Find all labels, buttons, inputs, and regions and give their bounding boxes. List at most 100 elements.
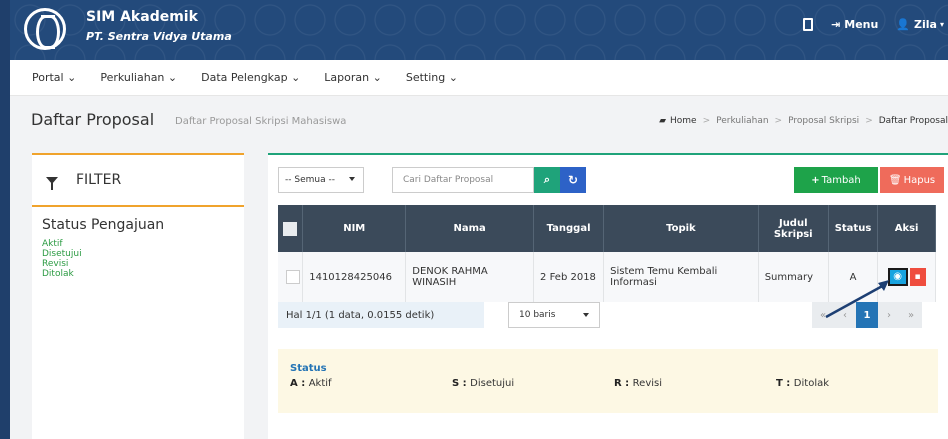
header-actions: ⇥ Menu 👤 Zila ▾ [803,18,948,31]
user-label: Zila [914,18,937,31]
legend-items: A : Aktif S : Disetujui R : Revisi T : D… [290,378,938,389]
legend-code: A [290,378,298,389]
refresh-icon: ↻ [567,173,579,187]
breadcrumb-separator: > [702,116,711,126]
breadcrumb-proposal[interactable]: Proposal Skripsi [788,116,859,126]
breadcrumb-current: Daftar Proposal [878,116,948,126]
row-delete-button[interactable]: ▪ [909,268,926,286]
trash-icon: 🗑 [888,174,902,186]
nav-perkuliahan[interactable]: Perkuliahan ⌄ [100,71,177,84]
select-all-checkbox[interactable] [283,221,298,236]
nav-label: Data Pelengkap [201,71,288,84]
status-select[interactable]: -- Semua -- [278,167,364,193]
table-row: 1410128425046 DENOK RAHMA WINASIH 2 Feb … [278,252,936,302]
filter-title: FILTER [76,172,122,188]
menu-button[interactable]: ⇥ Menu [831,18,878,31]
status-filter-title: Status Pengajuan [42,217,165,233]
legend-item: A : Aktif [290,378,332,389]
view-button[interactable]: ◉ [887,268,908,286]
filter-item-disetujui[interactable]: Disetujui [42,249,244,259]
filter-item-revisi[interactable]: Revisi [42,259,244,269]
document-icon [803,18,814,31]
legend-label: Aktif [308,378,332,389]
next-page-button[interactable]: › [878,302,900,328]
status-select-value: -- Semua -- [285,175,335,185]
col-status[interactable]: Status [828,205,879,252]
rows-per-page-select[interactable]: 10 baris [508,302,600,328]
col-aksi: Aksi [877,205,936,252]
row-checkbox[interactable] [286,270,300,284]
caret-down-icon: ▾ [939,20,944,29]
first-page-button[interactable]: « [812,302,834,328]
document-button[interactable] [803,18,814,31]
add-label: Tambah [821,174,861,186]
delete-button[interactable]: 🗑 Hapus [880,167,944,193]
search-icon: ⌕ [543,173,551,186]
cell-status: A [828,252,879,302]
breadcrumb-separator: > [774,116,783,126]
cell-judul: Summary [758,252,829,302]
rows-per-page-value: 10 baris [519,310,556,320]
add-button[interactable]: + Tambah [794,167,878,193]
logo-icon[interactable] [24,8,66,50]
page-title: Daftar Proposal [31,110,155,129]
nav-label: Setting [405,71,446,84]
left-edge-bar [0,0,10,439]
nav-label: Portal [32,71,64,84]
nav-portal[interactable]: Portal ⌄ [32,71,76,84]
proposal-panel: -- Semua -- Cari Daftar Proposal ⌕ ↻ + T… [268,153,948,439]
last-page-button[interactable]: » [900,302,922,328]
legend-code: R [614,378,622,389]
col-nim[interactable]: NIM [302,205,407,252]
nav-data-pelengkap[interactable]: Data Pelengkap ⌄ [201,71,300,84]
breadcrumb-perkuliahan[interactable]: Perkuliahan [716,116,768,126]
app-subtitle: PT. Sentra Vidya Utama [86,30,232,43]
breadcrumb-home[interactable]: Home [670,116,697,126]
page-1-button[interactable]: 1 [856,302,878,328]
legend-item: S : Disetujui [452,378,515,389]
trash-icon: ▪ [914,272,921,282]
refresh-button[interactable]: ↻ [560,167,586,193]
user-menu-button[interactable]: 👤 Zila ▾ [896,18,944,31]
signin-icon: ⇥ [831,18,841,31]
filter-header: FILTER [32,155,244,207]
cell-tanggal: 2 Feb 2018 [533,252,605,302]
chevron-down-icon: ⌄ [372,71,382,84]
legend-label: Revisi [632,378,663,389]
filter-item-aktif[interactable]: Aktif [42,239,244,249]
col-nama[interactable]: Nama [405,205,535,252]
nav-laporan[interactable]: Laporan ⌄ [324,71,382,84]
proposal-table: NIM Nama Tanggal Topik Judul Skripsi Sta… [278,205,936,302]
top-header: SIM Akademik PT. Sentra Vidya Utama ⇥ Me… [10,0,948,60]
caret-down-icon [583,313,589,317]
nav-setting[interactable]: Setting ⌄ [406,71,458,84]
user-icon: 👤 [896,18,911,31]
caret-down-icon [349,177,355,181]
prev-page-button[interactable]: ‹ [834,302,856,328]
nav-label: Perkuliahan [100,71,165,84]
status-filter-list: Aktif Disetujui Revisi Ditolak [32,233,244,279]
chevron-down-icon: ⌄ [67,71,77,84]
search-input[interactable]: Cari Daftar Proposal [392,167,534,193]
legend-title: Status [290,363,327,374]
row-select-cell [278,252,304,302]
main-nav: Portal ⌄ Perkuliahan ⌄ Data Pelengkap ⌄ … [10,60,948,96]
pagination: « ‹ 1 › » [812,302,922,328]
col-judul[interactable]: Judul Skripsi [758,205,829,252]
legend-item: R : Revisi [614,378,663,389]
content-area: Daftar Proposal Daftar Proposal Skripsi … [10,96,948,439]
page-subtitle: Daftar Proposal Skripsi Mahasiswa [175,116,347,127]
cell-nama: DENOK RAHMA WINASIH [405,252,535,302]
select-all-cell [278,205,304,252]
plus-icon: + [811,174,820,186]
filter-item-ditolak[interactable]: Ditolak [42,269,244,279]
search-button[interactable]: ⌕ [534,167,560,193]
menu-label: Menu [844,18,879,31]
chevron-down-icon: ⌄ [167,71,178,84]
col-topik[interactable]: Topik [603,205,759,252]
chevron-down-icon: ⌄ [291,71,301,84]
breadcrumb-separator: > [865,116,873,126]
status-legend: Status A : Aktif S : Disetujui R : Revis… [278,349,938,413]
col-tanggal[interactable]: Tanggal [533,205,605,252]
chevron-down-icon: ⌄ [448,71,458,84]
